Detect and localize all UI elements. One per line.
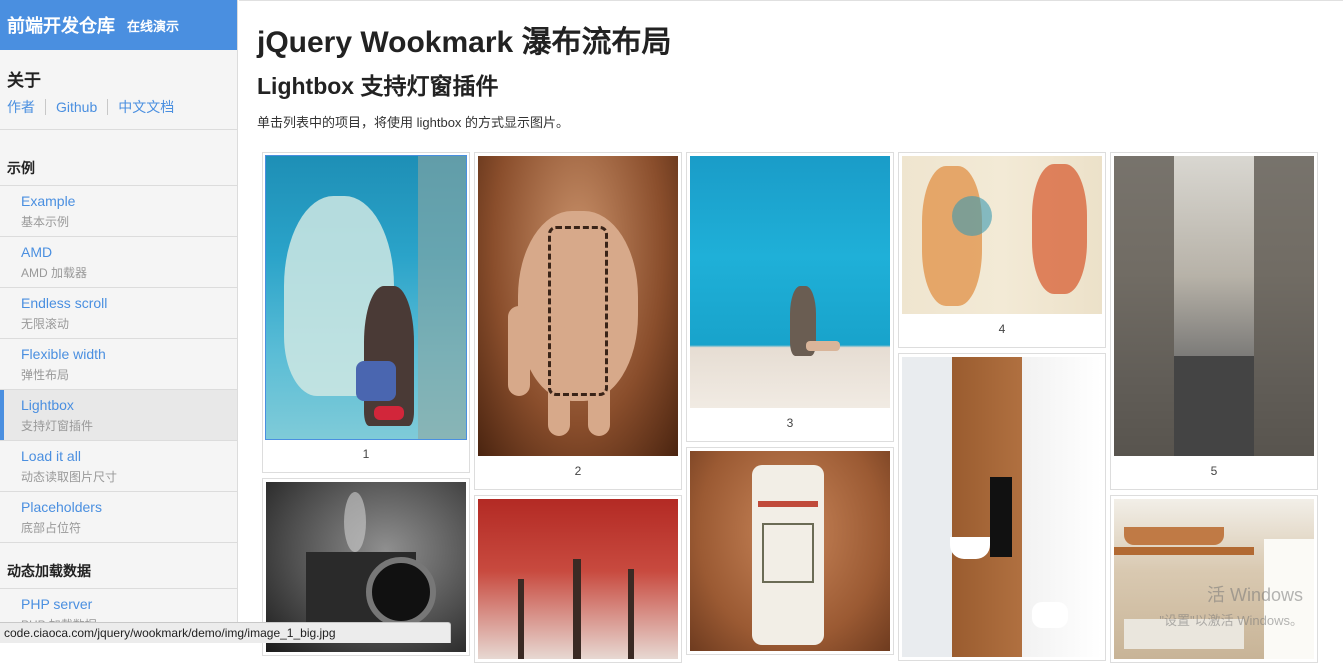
- polar-bear-image: [266, 156, 466, 439]
- lens-shape: [366, 557, 436, 627]
- activation-watermark-sub: "设置"以激活 Windows。: [1159, 610, 1303, 629]
- figure-right-shape: [1032, 164, 1087, 294]
- nav-item-sub: 底部占位符: [21, 519, 216, 536]
- tile-caption: 3: [690, 408, 890, 438]
- divider: [45, 99, 46, 115]
- nav-item-title: Placeholders: [21, 499, 216, 515]
- page-title: jQuery Wookmark 瀑布流布局: [257, 17, 672, 61]
- nav-item-amd[interactable]: AMD AMD 加载器: [0, 237, 237, 288]
- trunk-shape: [518, 579, 524, 659]
- gallery-tile[interactable]: 1: [262, 152, 470, 473]
- page-subtitle: Lightbox 支持灯窗插件: [257, 67, 498, 101]
- brand-title[interactable]: 前端开发仓库: [7, 12, 115, 38]
- giraffe-drawing-shape: [548, 226, 608, 396]
- about-title: 关于: [7, 66, 230, 91]
- gallery-tile[interactable]: [474, 495, 682, 663]
- smoke-shape: [344, 492, 366, 552]
- gallery-tile[interactable]: [898, 353, 1106, 661]
- main-content: jQuery Wookmark 瀑布流布局 Lightbox 支持灯窗插件 单击…: [239, 0, 1343, 643]
- nav-item-title: Endless scroll: [21, 295, 216, 311]
- legs-shape: [806, 341, 840, 351]
- gallery-tile[interactable]: [1110, 495, 1318, 663]
- sidebar: 前端开发仓库 在线演示 关于 作者 Github 中文文档 示例 Example…: [0, 0, 238, 643]
- gallery-tile[interactable]: 3: [686, 152, 894, 442]
- nav-item-load-it-all[interactable]: Load it all 动态读取图片尺寸: [0, 441, 237, 492]
- tile-caption: 2: [478, 456, 678, 486]
- card-stripe-shape: [758, 501, 818, 507]
- nav-item-example[interactable]: Example 基本示例: [0, 186, 237, 237]
- pool-image: [690, 156, 890, 408]
- nav-item-sub: 弹性布局: [21, 366, 216, 383]
- tile-caption: 5: [1114, 456, 1314, 486]
- hand-giraffe-image: [478, 156, 678, 456]
- gallery-tile[interactable]: 2: [474, 152, 682, 490]
- finger-shape: [508, 306, 530, 396]
- tile-caption: 4: [902, 314, 1102, 344]
- nav-item-title: PHP server: [21, 596, 216, 612]
- section-title-dynamic: 动态加载数据: [0, 543, 237, 589]
- bowls-shape: [1124, 527, 1224, 545]
- brand-demo-link[interactable]: 在线演示: [127, 16, 179, 35]
- tile-caption: 1: [266, 439, 466, 469]
- child-pants-shape: [356, 361, 396, 401]
- door-shape: [990, 477, 1012, 557]
- splash-shape: [952, 196, 992, 236]
- nav-item-sub: AMD 加载器: [21, 264, 216, 281]
- building-right-shape: [1254, 156, 1314, 456]
- building-left-shape: [1114, 156, 1174, 456]
- section-title-examples: 示例: [0, 130, 237, 186]
- card-text-shape: [762, 523, 814, 583]
- gallery-tile[interactable]: [686, 447, 894, 655]
- page-description: 单击列表中的项目，将使用 lightbox 的方式显示图片。: [257, 112, 569, 131]
- child-shape: [364, 286, 414, 426]
- illustration-image: [902, 156, 1102, 314]
- city-street-image: [1114, 156, 1314, 456]
- invitation-card-image: [690, 451, 890, 651]
- nav-item-lightbox[interactable]: Lightbox 支持灯窗插件: [0, 390, 237, 441]
- child-shoes-shape: [374, 406, 404, 420]
- divider: [107, 99, 108, 115]
- activation-watermark: 活 Windows: [1207, 581, 1303, 607]
- nav-item-title: Example: [21, 193, 216, 209]
- shelf-shape: [1114, 547, 1254, 555]
- nav-item-sub: 无限滚动: [21, 315, 216, 332]
- nav-item-sub: 基本示例: [21, 213, 216, 230]
- tub-shape: [950, 537, 990, 559]
- bathroom-image: [902, 357, 1102, 657]
- github-link[interactable]: Github: [56, 99, 97, 115]
- about-links: 作者 Github 中文文档: [7, 97, 230, 117]
- author-link[interactable]: 作者: [7, 97, 35, 117]
- gallery-tile[interactable]: 5: [1110, 152, 1318, 490]
- trunk-shape: [573, 559, 581, 659]
- figure-left-shape: [922, 166, 982, 306]
- nav-item-title: Flexible width: [21, 346, 216, 362]
- nav-item-sub: 支持灯窗插件: [21, 417, 216, 434]
- wall-shape: [418, 156, 466, 439]
- nav-item-flexible-width[interactable]: Flexible width 弹性布局: [0, 339, 237, 390]
- brand-bar: 前端开发仓库 在线演示: [0, 0, 237, 50]
- nav-item-sub: 动态读取图片尺寸: [21, 468, 216, 485]
- toilet-shape: [1032, 602, 1068, 628]
- gallery-tile[interactable]: 4: [898, 152, 1106, 348]
- nav-item-title: Load it all: [21, 448, 216, 464]
- trunk-shape: [628, 569, 634, 659]
- road-shape: [1174, 356, 1254, 456]
- status-bar-url: code.ciaoca.com/jquery/wookmark/demo/img…: [0, 622, 451, 643]
- nav-item-placeholders[interactable]: Placeholders 底部占位符: [0, 492, 237, 543]
- nav-item-title: AMD: [21, 244, 216, 260]
- nav-item-title: Lightbox: [21, 397, 216, 413]
- nav-item-endless-scroll[interactable]: Endless scroll 无限滚动: [0, 288, 237, 339]
- about-panel: 关于 作者 Github 中文文档: [0, 50, 237, 130]
- red-tree-image: [478, 499, 678, 659]
- docs-link[interactable]: 中文文档: [118, 97, 174, 117]
- kitchen-shelf-image: [1114, 499, 1314, 659]
